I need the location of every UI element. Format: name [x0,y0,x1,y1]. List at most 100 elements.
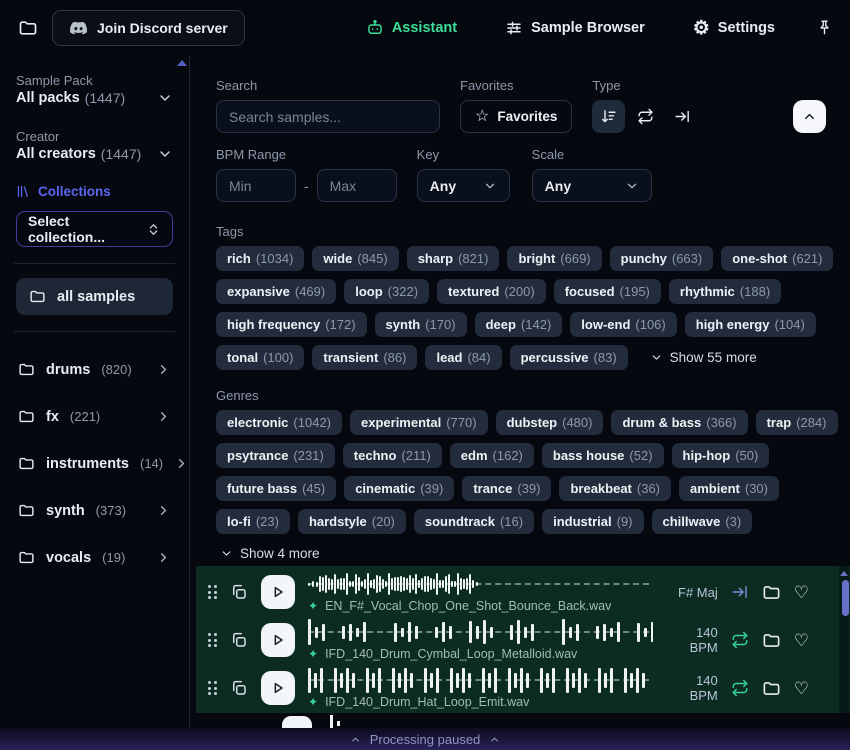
sidebar-folder-synth[interactable]: synth(373) [16,487,173,534]
nav-assistant[interactable]: Assistant [366,19,457,37]
join-discord-button[interactable]: Join Discord server [52,10,245,46]
sidebar-item-all-samples[interactable]: all samples [16,278,173,315]
genre-chip[interactable]: future bass(45) [216,476,336,501]
genre-chip[interactable]: drum & bass(366) [611,410,747,435]
sample-row[interactable]: ✦ IFD_140_Drum_Hat_Loop_Emit.wav 140BPM … [196,664,850,712]
genre-chip[interactable]: experimental(770) [350,410,488,435]
tag-chip[interactable]: high frequency(172) [216,312,367,337]
genre-chip[interactable]: soundtrack(16) [414,509,534,534]
genre-chip[interactable]: lo-fi(23) [216,509,290,534]
sample-pack-select[interactable]: All packs (1447) [16,90,173,106]
tag-show-more[interactable]: Show 55 more [650,350,757,365]
copy-sample-button[interactable] [230,679,248,697]
genres-chip-rows: electronic(1042) experimental(770) dubstep… [216,410,826,534]
tag-chip[interactable]: low-end(106) [570,312,676,337]
tag-chip[interactable]: tonal(100) [216,345,304,370]
genre-chip[interactable]: ambient(30) [679,476,779,501]
genre-chip[interactable]: bass house(52) [542,443,664,468]
tag-chip[interactable]: percussive(83) [510,345,628,370]
favorite-heart-button[interactable]: ♡ [794,584,809,601]
collapse-filters-button[interactable] [793,100,826,133]
tag-chip[interactable]: wide(845) [312,246,398,271]
processing-status-bar[interactable]: Processing paused [0,728,850,750]
tag-chip[interactable]: punchy(663) [610,246,714,271]
nav-sample-browser[interactable]: Sample Browser [505,19,645,37]
tag-chip[interactable]: rhythmic(188) [669,279,781,304]
folder-icon [18,502,35,519]
genre-chip[interactable]: hip-hop(50) [672,443,770,468]
type-oneshot-button[interactable] [666,100,699,133]
play-button[interactable] [261,671,295,705]
play-button[interactable] [261,623,295,657]
search-input[interactable] [216,100,440,133]
collection-select-value: Select collection... [28,213,146,245]
tag-chip[interactable]: rich(1034) [216,246,304,271]
drag-handle-icon[interactable] [208,633,217,647]
scale-select[interactable]: Any [532,169,652,202]
creator-select[interactable]: All creators (1447) [16,146,173,162]
waveform[interactable] [308,667,653,693]
sidebar-folder-instruments[interactable]: instruments(14) [16,440,173,487]
key-select-value: Any [430,178,456,194]
tag-chip[interactable]: expansive(469) [216,279,336,304]
genre-chip[interactable]: chillwave(3) [652,509,753,534]
genre-chip[interactable]: electronic(1042) [216,410,342,435]
tag-chip[interactable]: textured(200) [437,279,546,304]
nav-settings[interactable]: ⚙ Settings [693,19,775,38]
tag-chip[interactable]: one-shot(621) [721,246,833,271]
genre-chip[interactable]: dubstep(480) [496,410,604,435]
genre-chip[interactable]: industrial(9) [542,509,643,534]
favorite-heart-button[interactable]: ♡ [794,680,809,697]
sidebar-folder-fx[interactable]: fx(221) [16,393,173,440]
bpm-min-input[interactable] [216,169,296,202]
pin-window-button[interactable] [817,19,832,37]
waveform[interactable] [308,619,653,645]
sample-row[interactable]: ✦ IFD_140_Drum_Cymbal_Loop_Metalloid.wav… [196,616,850,664]
genre-chip[interactable]: hardstyle(20) [298,509,406,534]
reveal-folder-button[interactable] [762,631,781,650]
list-scroll-up-arrow[interactable] [840,571,848,576]
chevron-up-icon [350,734,361,745]
tag-chip[interactable]: sharp(821) [407,246,500,271]
genre-chip[interactable]: edm(162) [450,443,534,468]
drag-handle-icon[interactable] [208,585,217,599]
genre-chip[interactable]: psytrance(231) [216,443,335,468]
bpm-dash: - [304,178,309,194]
favorite-heart-button[interactable]: ♡ [794,632,809,649]
tag-chip[interactable]: lead(84) [425,345,501,370]
sample-row[interactable]: ✦ EN_F#_Vocal_Chop_One_Shot_Bounce_Back.… [196,568,850,616]
favorites-button[interactable]: ☆ Favorites [460,100,572,133]
tag-chip[interactable]: transient(86) [312,345,417,370]
tag-chip[interactable]: deep(142) [475,312,563,337]
tag-chip[interactable]: synth(170) [375,312,467,337]
play-button[interactable] [261,575,295,609]
drag-handle-icon[interactable] [208,681,217,695]
key-select[interactable]: Any [417,169,510,202]
waveform[interactable] [308,571,653,597]
collection-select[interactable]: Select collection... [16,211,173,247]
genre-chip[interactable]: techno(211) [343,443,442,468]
loop-type-icon [731,631,749,649]
sidebar-scroll-up-arrow[interactable] [177,60,187,66]
copy-sample-button[interactable] [230,631,248,649]
tag-chip[interactable]: loop(322) [344,279,429,304]
tag-chip[interactable]: focused(195) [554,279,661,304]
bpm-max-input[interactable] [317,169,397,202]
sidebar-folder-vocals[interactable]: vocals(19) [16,534,173,581]
tag-chip[interactable]: bright(669) [507,246,601,271]
copy-sample-button[interactable] [230,583,248,601]
reveal-folder-button[interactable] [762,583,781,602]
type-sort-button[interactable] [592,100,625,133]
genre-chip[interactable]: trance(39) [462,476,551,501]
sidebar-folder-drums[interactable]: drums(820) [16,346,173,393]
folder-browse-button[interactable] [18,18,38,38]
list-scrollbar-thumb[interactable] [842,580,849,616]
genre-chip[interactable]: breakbeat(36) [559,476,671,501]
genre-chip[interactable]: trap(284) [756,410,838,435]
reveal-folder-button[interactable] [762,679,781,698]
genre-chip[interactable]: cinematic(39) [344,476,454,501]
genres-show-more[interactable]: Show 4 more [220,546,320,561]
type-loop-button[interactable] [629,100,662,133]
partial-play-button[interactable] [282,716,312,728]
tag-chip[interactable]: high energy(104) [685,312,816,337]
